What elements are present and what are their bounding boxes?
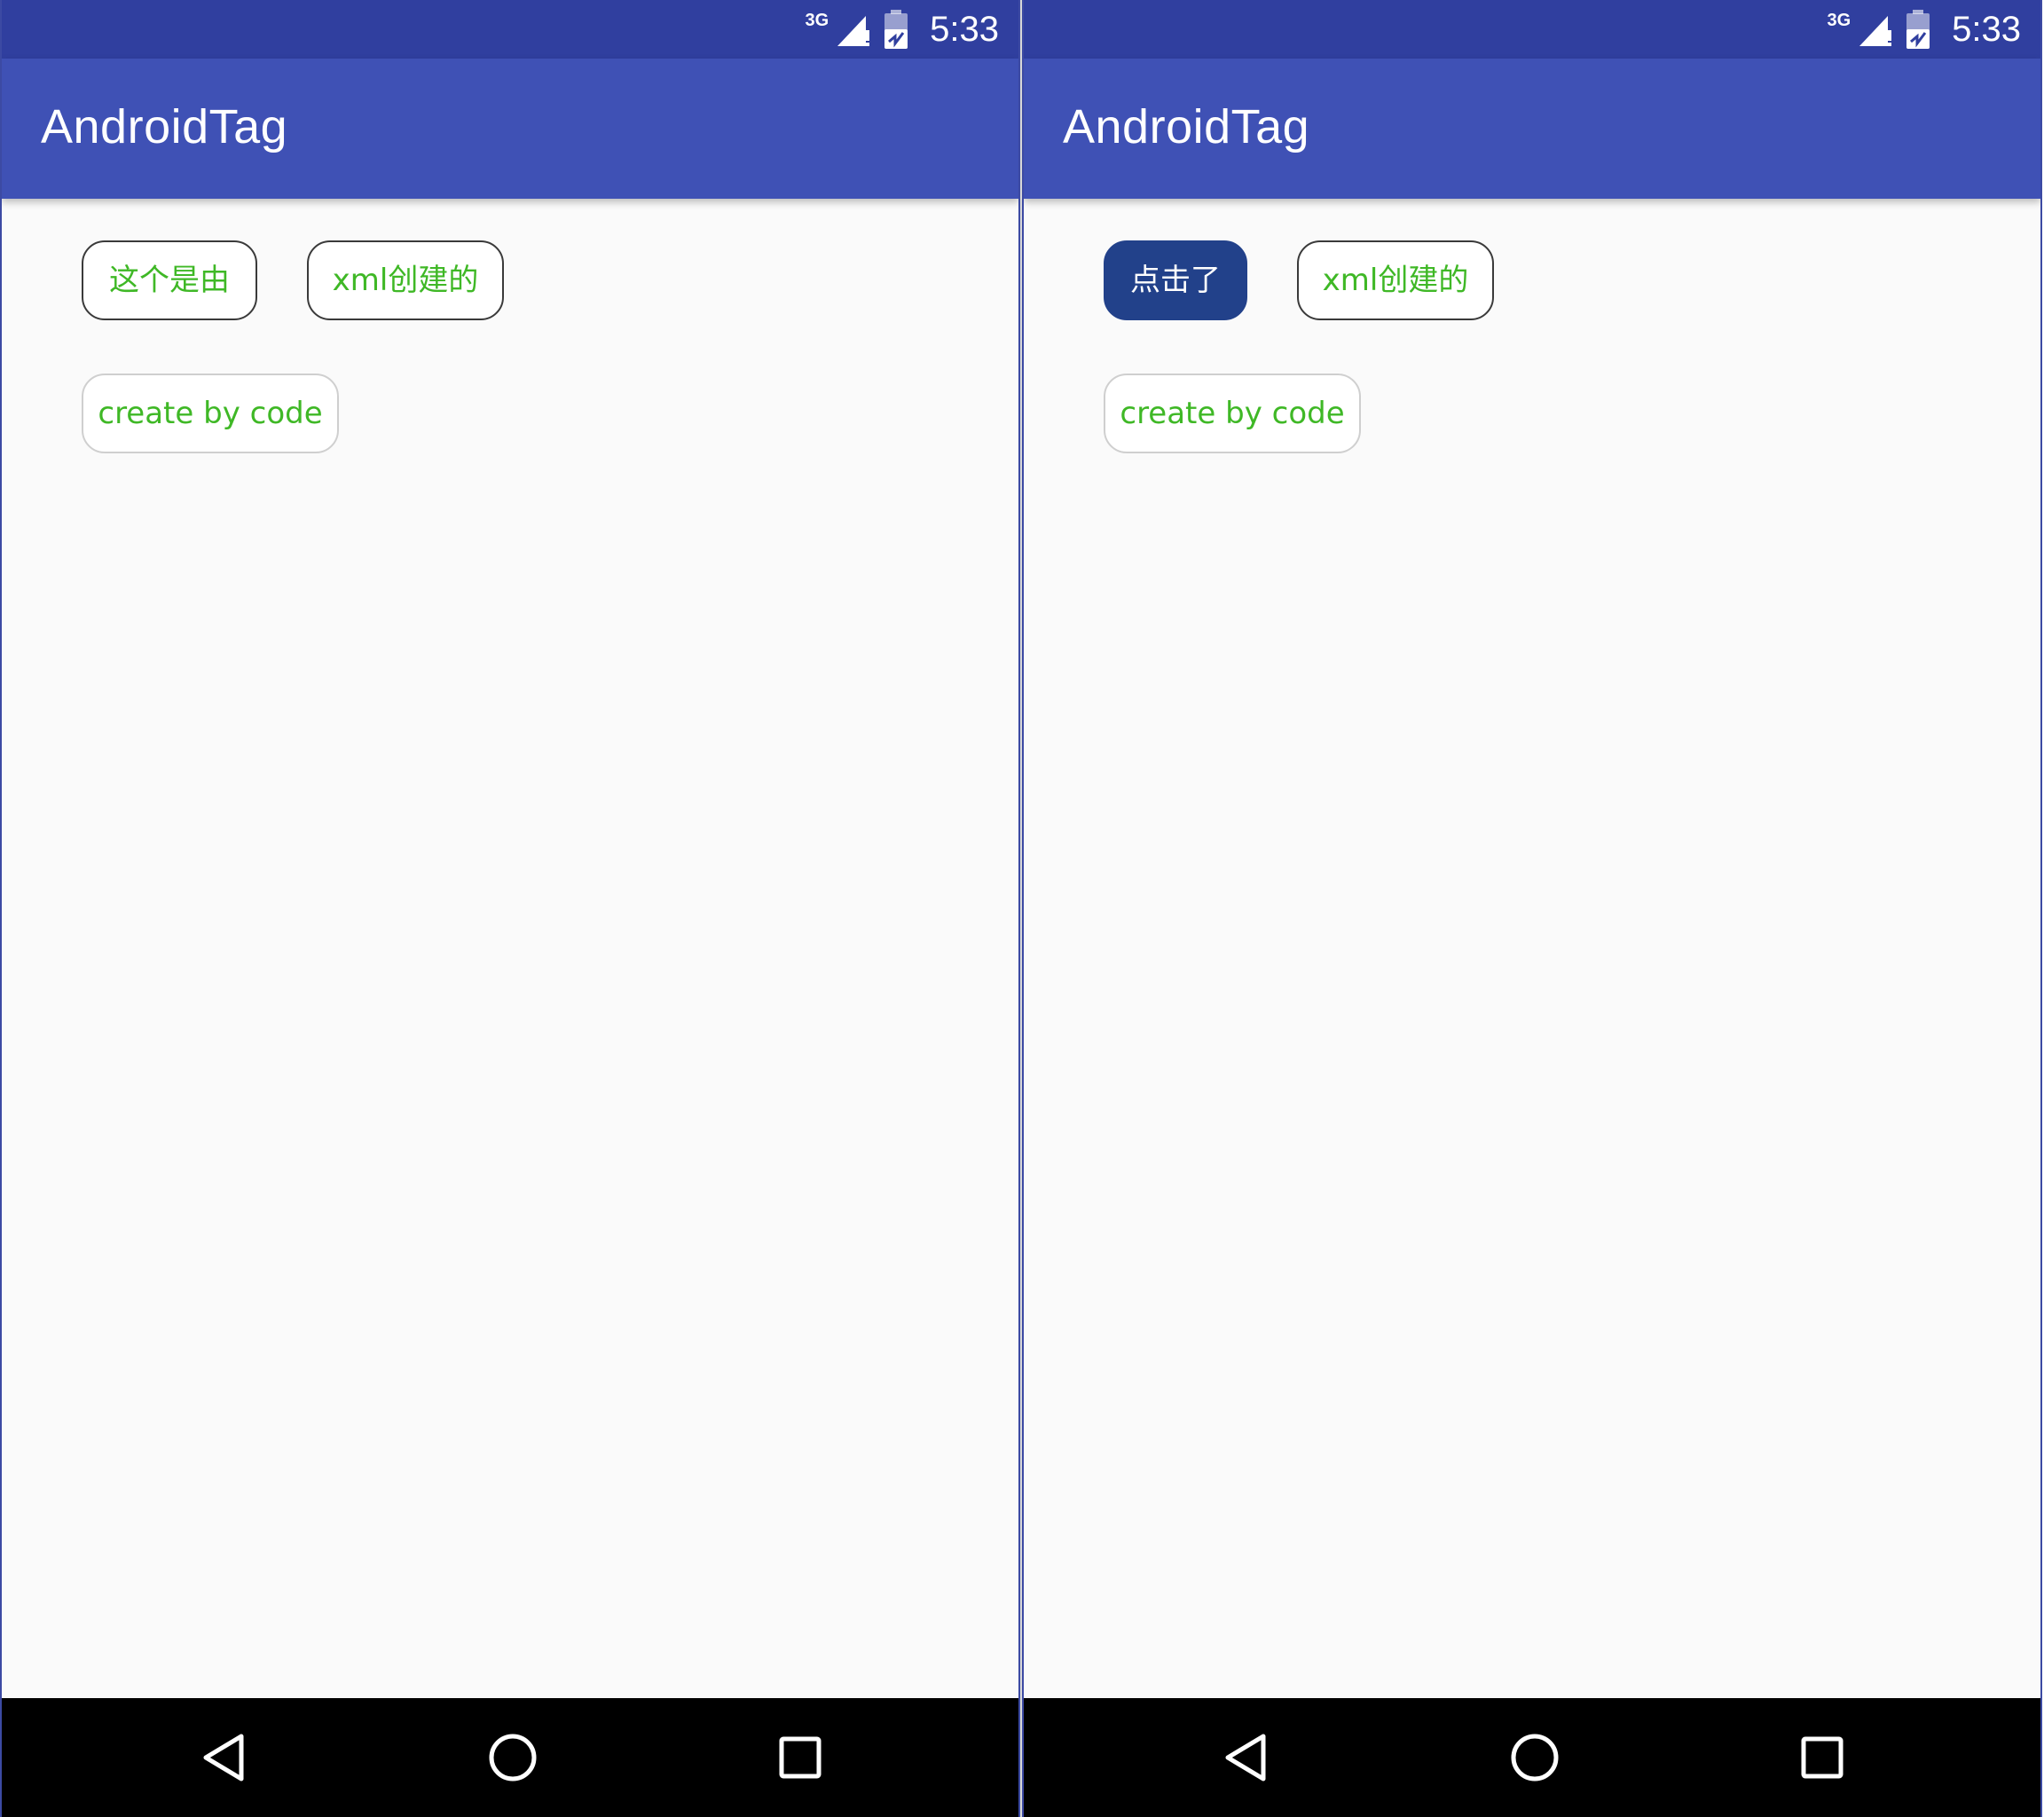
network-type-label: 3G (1827, 11, 1851, 30)
recents-icon[interactable] (774, 1731, 827, 1784)
navigation-bar (2, 1698, 1018, 1817)
screen-before-click: 3G 5:33 AndroidTag 这个是由 xml创建的 create by… (0, 0, 1020, 1817)
home-icon[interactable] (1508, 1731, 1561, 1784)
tag-container: 点击了 xml创建的 create by code (1024, 199, 2040, 1698)
page: 3G 5:33 AndroidTag 这个是由 xml创建的 create by… (0, 0, 2044, 1817)
status-icons: 3G 5:33 (1827, 5, 2021, 53)
recents-icon[interactable] (1796, 1731, 1849, 1784)
tag-container: 这个是由 xml创建的 create by code (2, 199, 1018, 1698)
status-bar: 3G 5:33 (1024, 0, 2040, 59)
signal-icon (837, 16, 870, 46)
tag-item-selected[interactable]: 点击了 (1104, 240, 1247, 320)
tag-item[interactable]: create by code (82, 374, 339, 453)
status-icons: 3G 5:33 (805, 5, 999, 53)
back-icon[interactable] (1221, 1731, 1274, 1784)
tag-item[interactable]: xml创建的 (1297, 240, 1494, 320)
status-time: 5:33 (930, 9, 999, 49)
battery-icon (884, 10, 908, 49)
navigation-bar (1024, 1698, 2040, 1817)
home-icon[interactable] (486, 1731, 539, 1784)
app-title: AndroidTag (1063, 100, 1310, 153)
signal-icon (1859, 16, 1892, 46)
app-title: AndroidTag (41, 100, 288, 153)
status-time: 5:33 (1952, 9, 2021, 49)
back-icon[interactable] (199, 1731, 252, 1784)
status-bar: 3G 5:33 (2, 0, 1018, 59)
tag-item[interactable]: xml创建的 (307, 240, 504, 320)
network-type-label: 3G (805, 11, 829, 30)
app-bar: AndroidTag (1024, 59, 2040, 199)
app-bar: AndroidTag (2, 59, 1018, 199)
screen-after-click: 3G 5:33 AndroidTag 点击了 xml创建的 create by … (1022, 0, 2042, 1817)
tag-item[interactable]: create by code (1104, 374, 1361, 453)
tag-item[interactable]: 这个是由 (82, 240, 257, 320)
battery-icon (1906, 10, 1930, 49)
